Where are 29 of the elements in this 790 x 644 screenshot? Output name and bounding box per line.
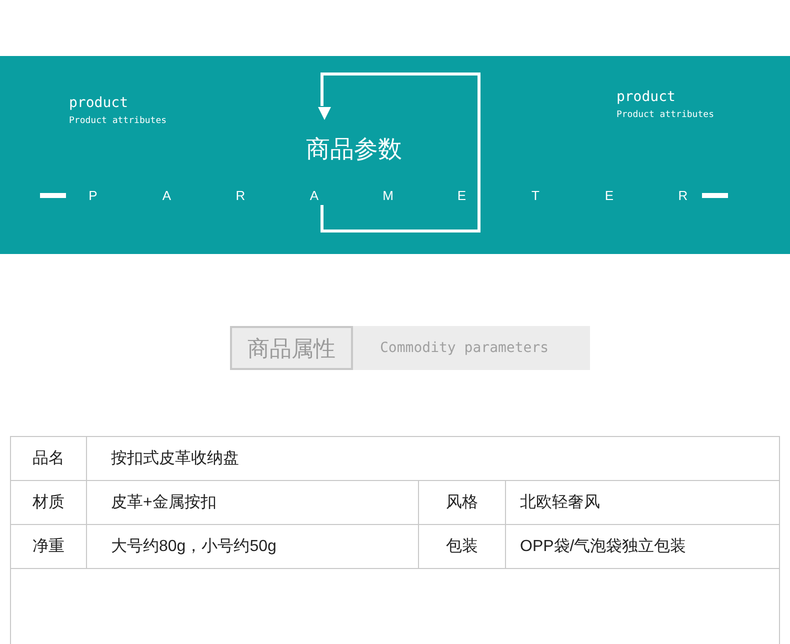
brand-subtitle: Product attributes [69, 115, 167, 128]
banner-letter: T [530, 187, 540, 205]
banner-letter: R [677, 187, 689, 205]
bar-mark [40, 193, 66, 198]
value-cell-text: 按扣式皮革收纳盘 [110, 448, 240, 468]
label-cell: 品名 [11, 437, 87, 480]
banner-letter: M [382, 187, 394, 205]
value-cell: 大号约80g，小号约50g [87, 525, 419, 568]
label-cell: 材质 [11, 481, 87, 524]
value-cell-text: 北欧轻奢风 [519, 492, 601, 512]
banner-letter: E [456, 187, 468, 205]
label-cell: 风格 [419, 481, 506, 524]
label-cell: 净重 [11, 525, 87, 568]
banner-letter: A [161, 187, 172, 205]
value-cell-text: OPP袋/气泡袋独立包装 [519, 536, 688, 556]
brand-title: product [69, 94, 130, 112]
brand-title: product [616, 88, 676, 106]
label-cell: 包装 [419, 525, 506, 568]
banner-letter: E [604, 187, 615, 205]
banner-letter: P [88, 187, 98, 205]
bar-mark [702, 193, 728, 198]
section-title: 商品属性 [230, 326, 353, 370]
triangle-icon [318, 107, 331, 120]
brand-subtitle: Product attributes [616, 109, 714, 122]
section-subtitle: Commodity parameters [353, 326, 590, 370]
banner-letter: A [308, 187, 320, 205]
banner-heading: 商品参数 [306, 136, 402, 163]
value-cell: 皮革+金属按扣 [87, 481, 419, 524]
banner-letter: R [234, 187, 246, 205]
